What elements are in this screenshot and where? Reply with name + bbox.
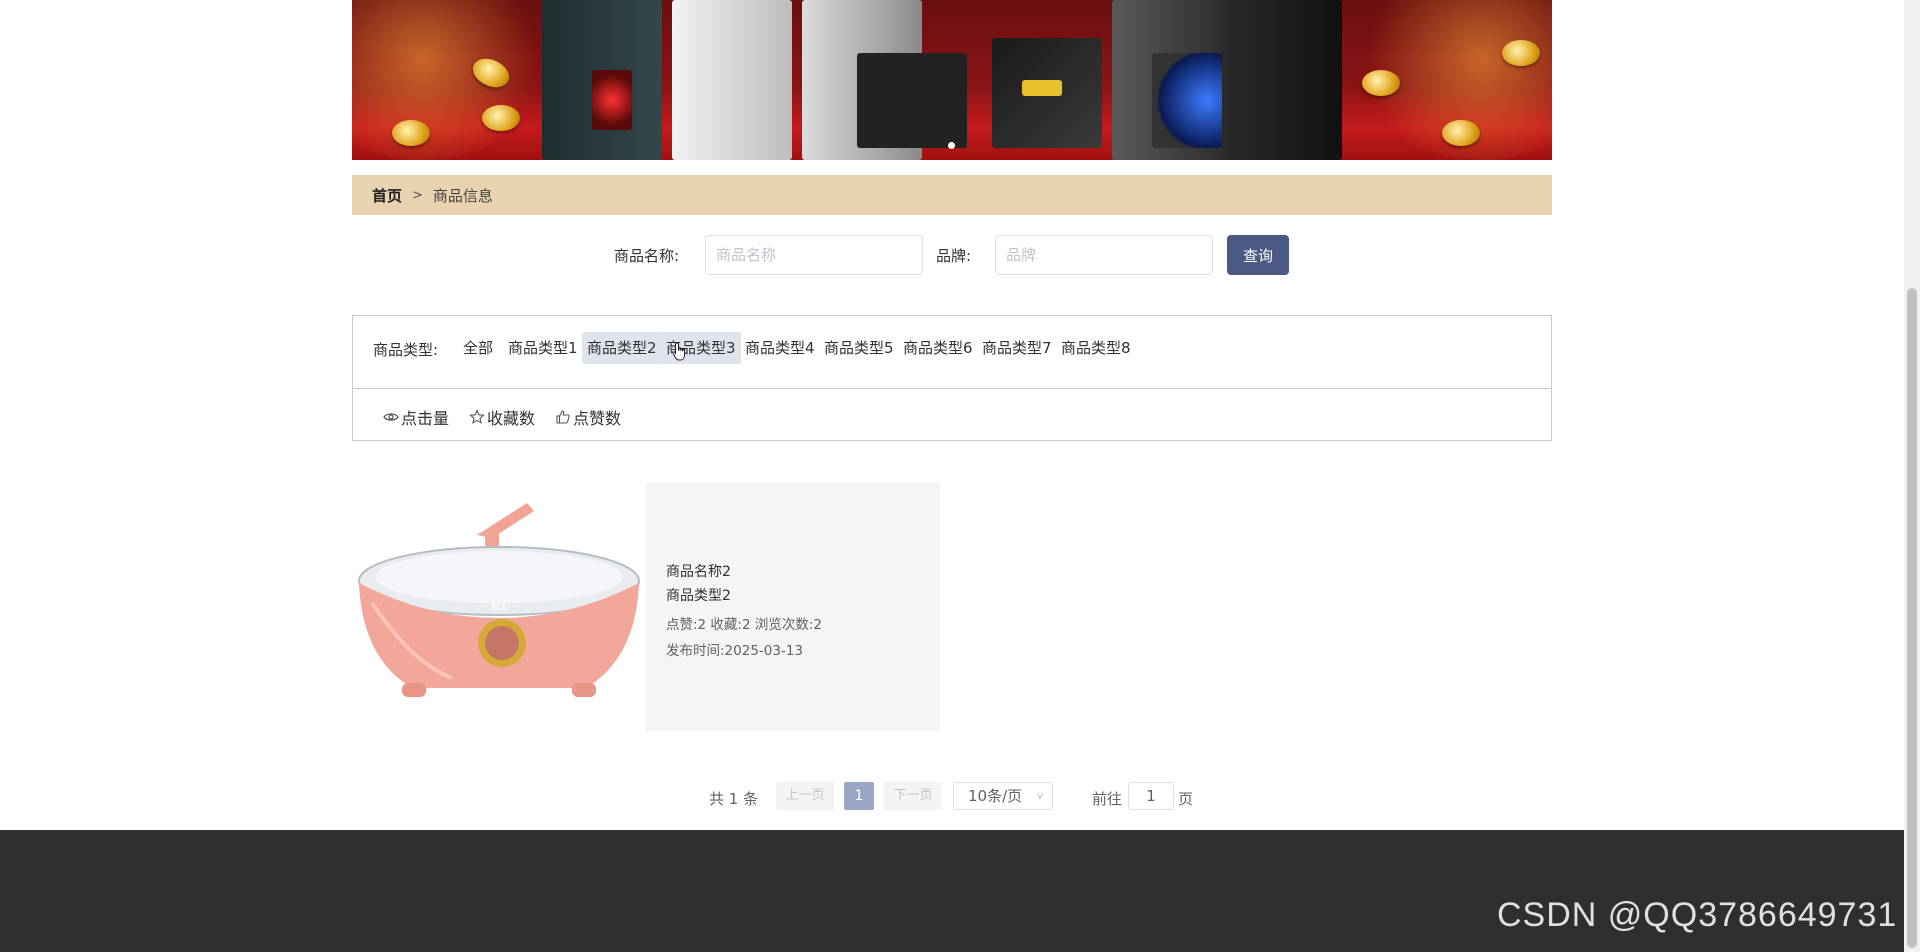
sort-by-likes[interactable]: 点赞数 [555, 405, 621, 429]
scrollbar-thumb[interactable] [1907, 288, 1917, 948]
product-brand-logo: TCL [491, 603, 507, 612]
next-page-button[interactable]: 下一页 [884, 782, 942, 810]
type-filter-label: 商品类型: [373, 341, 439, 359]
watermark-text: CSDN @QQ3786649731 [1497, 896, 1898, 934]
product-name-label: 商品名称: [614, 247, 680, 265]
type-filter-4[interactable]: 商品类型4 [740, 332, 820, 364]
sort-by-clicks-label: 点击量 [401, 409, 450, 428]
sort-by-favorites[interactable]: 收藏数 [469, 405, 535, 429]
product-stats: 点赞:2 收藏:2 浏览次数:2 [666, 617, 822, 633]
type-filter-8[interactable]: 商品类型8 [1056, 332, 1136, 364]
coin-decoration [1362, 70, 1400, 96]
sort-by-favorites-label: 收藏数 [487, 409, 536, 428]
banner-glow-left [352, 0, 552, 160]
product-publish-date: 发布时间:2025-03-13 [666, 643, 804, 659]
power-supply-image [857, 53, 967, 148]
product-type: 商品类型2 [666, 588, 731, 604]
prev-page-button[interactable]: 上一页 [776, 782, 834, 810]
pagination-total: 共 1 条 [709, 790, 759, 808]
hot-pot-image: TCL [358, 503, 640, 697]
coin-decoration [482, 105, 520, 131]
filter-panel: 商品类型: 全部 商品类型1 商品类型2 商品类型3 商品类型4 商品类型5 商… [352, 315, 1552, 441]
breadcrumb-current: 商品信息 [432, 186, 493, 205]
brand-label: 品牌: [936, 247, 972, 265]
goto-page-input[interactable]: 1 [1128, 782, 1174, 810]
chevron-down-icon: ∨ [1035, 789, 1044, 802]
type-filter-row: 商品类型: 全部 商品类型1 商品类型2 商品类型3 商品类型4 商品类型5 商… [353, 316, 1551, 389]
sort-row: 点击量 收藏数 点赞数 [353, 390, 1551, 442]
sort-by-likes-label: 点赞数 [573, 409, 622, 428]
goto-page-suffix: 页 [1178, 790, 1194, 808]
type-filter-all[interactable]: 全部 [458, 332, 498, 364]
type-filter-6[interactable]: 商品类型6 [898, 332, 978, 364]
eye-icon [383, 413, 399, 421]
product-name-input[interactable] [705, 235, 923, 275]
page-scrollbar[interactable] [1904, 0, 1920, 952]
type-filter-7[interactable]: 商品类型7 [977, 332, 1057, 364]
brand-input[interactable] [995, 235, 1213, 275]
breadcrumb-home-link[interactable]: 首页 [372, 185, 402, 206]
breadcrumb-separator: > [412, 187, 423, 203]
coin-decoration [1502, 40, 1540, 66]
page-number-1[interactable]: 1 [844, 782, 874, 810]
page: 首页 > 商品信息 商品名称: 品牌: 查询 商品类型: 全部 商品类型1 商品… [0, 0, 1920, 952]
breadcrumb: 首页 > 商品信息 [352, 175, 1552, 215]
pc-case-image [672, 0, 792, 160]
type-filter-2[interactable]: 商品类型2 [582, 332, 662, 364]
pc-case-image [1222, 0, 1342, 160]
hand-cursor-icon [672, 342, 685, 361]
product-card-info[interactable]: 商品名称2 商品类型2 点赞:2 收藏:2 浏览次数:2 发布时间:2025-0… [646, 483, 940, 731]
star-icon [469, 409, 485, 424]
type-filter-5[interactable]: 商品类型5 [819, 332, 899, 364]
goto-label: 前往 [1092, 790, 1123, 808]
power-supply-label [1022, 80, 1062, 96]
query-button[interactable]: 查询 [1227, 235, 1289, 275]
coin-decoration [392, 120, 430, 146]
sort-by-clicks[interactable]: 点击量 [383, 405, 449, 429]
type-filter-1[interactable]: 商品类型1 [503, 332, 583, 364]
product-image[interactable]: TCL [352, 483, 646, 731]
product-name[interactable]: 商品名称2 [666, 561, 731, 581]
pagination: 共 1 条 上一页 1 下一页 10条/页 ∨ 前往 1 页 [0, 782, 1920, 812]
coin-decoration [1442, 120, 1480, 146]
carousel-indicator-dot[interactable] [948, 142, 955, 149]
thumbs-up-icon [556, 410, 570, 424]
page-size-value: 10条/页 [968, 787, 1023, 805]
page-size-select[interactable]: 10条/页 ∨ [953, 782, 1053, 810]
pc-case-red-light [592, 70, 632, 130]
banner-carousel[interactable] [352, 0, 1552, 160]
search-form: 商品名称: 品牌: 查询 [0, 235, 1920, 275]
